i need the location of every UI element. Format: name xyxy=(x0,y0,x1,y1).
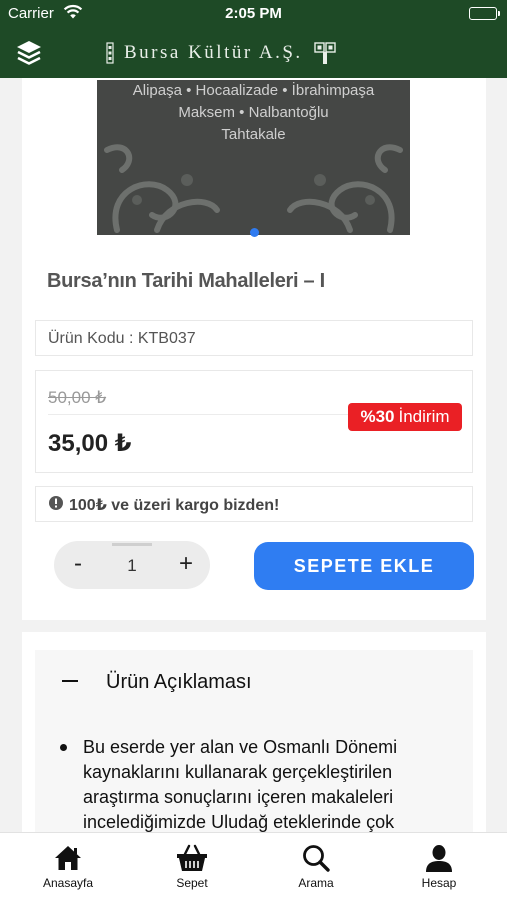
brand-title: Bursa Kültür A.Ş. xyxy=(124,42,303,63)
increase-quantity-button[interactable]: + xyxy=(172,551,200,579)
product-title: Bursa’nın Tarihi Mahalleleri – I xyxy=(47,270,325,292)
banner-line: Alipaşa • Hocaalizade • İbrahimpaşa xyxy=(132,82,375,99)
info-icon xyxy=(49,496,63,510)
tab-label: Hesap xyxy=(421,876,457,890)
discount-value: %30 xyxy=(360,407,395,426)
app-header: Bursa Kültür A.Ş. xyxy=(0,28,507,78)
home-icon xyxy=(55,846,81,870)
shipping-note-box: 100₺ ve üzeri kargo bizden! xyxy=(35,486,473,522)
current-price: 35,00 ₺ xyxy=(48,430,132,457)
discount-badge: %30 İndirim xyxy=(348,403,462,431)
layers-icon[interactable] xyxy=(12,37,46,69)
banner-text: Alipaşa • Hocaalizade • İbrahimpaşa Maks… xyxy=(97,80,410,146)
tab-cart[interactable]: Sepet xyxy=(147,843,237,890)
bullet-icon xyxy=(60,744,67,751)
banner-line: Maksem • Nalbantoğlu xyxy=(178,104,329,121)
banner-line: Tahtakale xyxy=(221,126,286,143)
old-price: 50,00 ₺ xyxy=(48,388,107,407)
brand-right-mark-icon xyxy=(313,40,337,66)
bottom-tab-bar: Anasayfa Sepet Arama Hesap xyxy=(0,832,507,900)
clock: 2:05 PM xyxy=(225,5,282,22)
quantity-stepper: - 1 + xyxy=(54,541,210,589)
tab-search[interactable]: Arama xyxy=(271,843,361,890)
status-bar: Carrier 2:05 PM xyxy=(0,0,507,28)
description-title[interactable]: Ürün Açıklaması xyxy=(106,671,252,694)
product-image[interactable]: Alipaşa • Hocaalizade • İbrahimpaşa Maks… xyxy=(97,80,410,235)
basket-icon xyxy=(177,844,207,871)
user-icon xyxy=(426,845,452,872)
product-code-box: Ürün Kodu : KTB037 xyxy=(35,320,473,356)
search-icon xyxy=(303,845,330,872)
product-code: Ürün Kodu : KTB037 xyxy=(48,330,196,347)
tab-label: Anasayfa xyxy=(42,876,94,890)
collapse-icon[interactable] xyxy=(62,680,78,682)
tab-label: Arama xyxy=(298,876,334,890)
carousel-indicator[interactable] xyxy=(250,228,259,237)
tab-label: Sepet xyxy=(176,876,208,890)
discount-label: İndirim xyxy=(398,407,450,426)
divider xyxy=(48,414,348,415)
price-box: 50,00 ₺ 35,00 ₺ %30 İndirim xyxy=(35,370,473,473)
tab-home[interactable]: Anasayfa xyxy=(23,843,113,890)
description-text: Bu eserde yer alan ve Osmanlı Dönemi kay… xyxy=(83,737,398,832)
shipping-note: 100₺ ve üzeri kargo bizden! xyxy=(69,497,280,514)
quantity-value[interactable]: 1 xyxy=(112,543,152,587)
battery-icon xyxy=(469,7,500,20)
brand-left-mark-icon xyxy=(106,42,114,64)
tab-account[interactable]: Hesap xyxy=(394,843,484,890)
brand-logo: Bursa Kültür A.Ş. xyxy=(106,38,337,68)
add-to-cart-button[interactable]: SEPETE EKLE xyxy=(254,542,474,590)
decrease-quantity-button[interactable]: - xyxy=(64,551,92,579)
